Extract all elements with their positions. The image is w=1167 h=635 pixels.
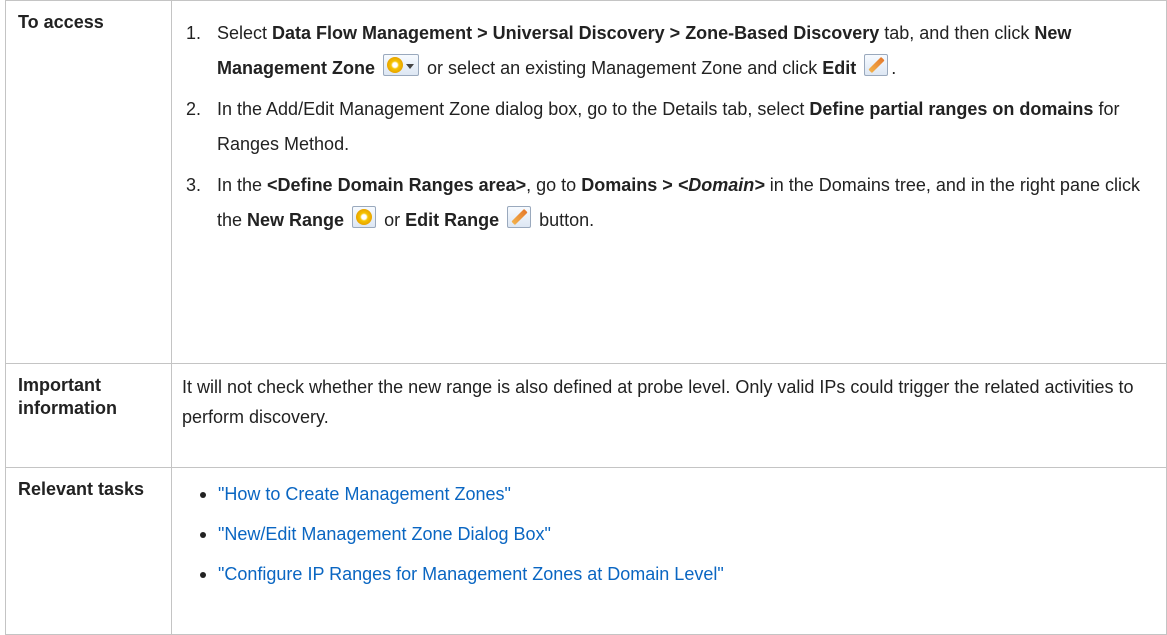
edit-pencil-icon [864,54,889,76]
access-step-2: In the Add/Edit Management Zone dialog b… [206,92,1146,162]
bullet-icon [200,572,206,578]
new-range-icon [352,206,377,228]
list-item: "Configure IP Ranges for Management Zone… [200,554,1146,594]
define-partial-ranges-label: Define partial ranges on domains [809,99,1094,119]
define-domain-ranges-label: <Define Domain Ranges area> [267,175,527,195]
row-header-important-information: Important information [5,363,172,468]
row-body-relevant-tasks: "How to Create Management Zones" "New/Ed… [171,467,1167,635]
new-management-zone-icon [383,54,420,76]
edit-range-icon [507,206,532,228]
list-item: "How to Create Management Zones" [200,474,1146,514]
access-steps-list: Select Data Flow Management > Universal … [182,16,1146,238]
reference-table: To access Select Data Flow Management > … [5,0,1167,635]
row-relevant-tasks: Relevant tasks "How to Create Management… [5,467,1167,635]
row-body-to-access: Select Data Flow Management > Universal … [171,0,1167,364]
edit-range-label: Edit Range [405,210,500,230]
bullet-icon [200,532,206,538]
row-to-access: To access Select Data Flow Management > … [5,0,1167,364]
bullet-icon [200,492,206,498]
relevant-tasks-list: "How to Create Management Zones" "New/Ed… [182,474,1146,594]
menu-path: Data Flow Management > Universal Discove… [272,23,880,43]
link-configure-ip-ranges[interactable]: "Configure IP Ranges for Management Zone… [218,564,724,584]
domains-path: Domains > <Domain> [581,175,765,195]
row-important-information: Important information It will not check … [5,363,1167,468]
list-item: "New/Edit Management Zone Dialog Box" [200,514,1146,554]
important-information-text: It will not check whether the new range … [171,363,1167,468]
row-header-relevant-tasks: Relevant tasks [5,467,172,635]
link-new-edit-management-zone-dialog-box[interactable]: "New/Edit Management Zone Dialog Box" [218,524,551,544]
new-range-label: New Range [247,210,345,230]
row-header-to-access: To access [5,0,172,364]
access-step-3: In the <Define Domain Ranges area>, go t… [206,168,1146,238]
edit-label: Edit [822,58,857,78]
link-how-to-create-management-zones[interactable]: "How to Create Management Zones" [218,484,511,504]
access-step-1: Select Data Flow Management > Universal … [206,16,1146,86]
